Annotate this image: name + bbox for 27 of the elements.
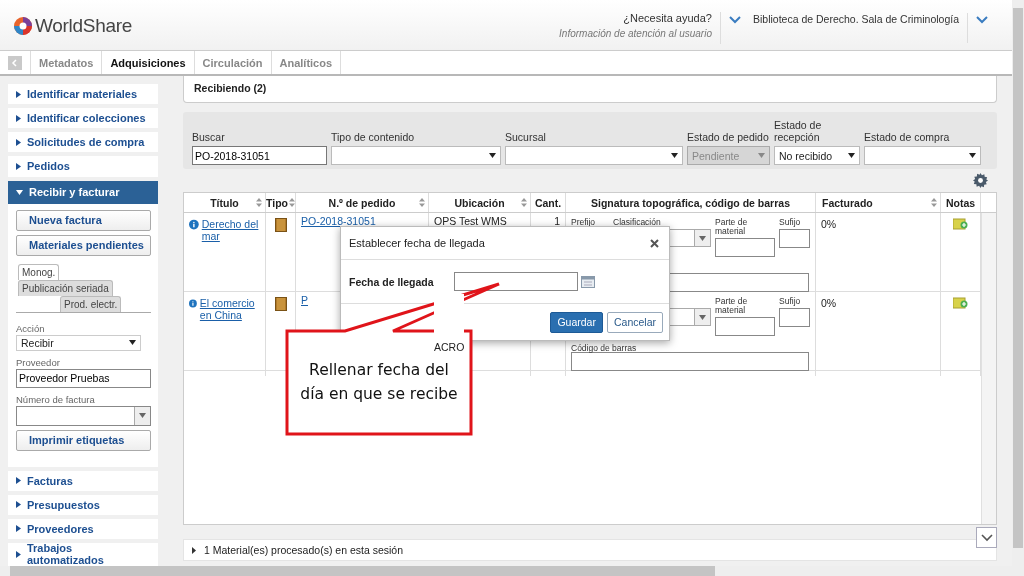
field-label: Parte de material	[715, 218, 749, 236]
field-label: Prefijo	[571, 218, 597, 227]
field-label: Acción	[16, 322, 46, 334]
callout-text: Rellenar fecha del día en que se recibe	[299, 360, 459, 405]
filter-label: Estado de compra	[864, 131, 951, 143]
filter-label: Tipo de contenido	[331, 131, 416, 143]
dialog-title: Establecer fecha de llegada	[349, 237, 485, 249]
field-label: Sufijo	[779, 297, 802, 306]
field-label: Sufijo	[779, 218, 802, 227]
filter-label: Estado de pedido	[687, 131, 770, 143]
billed-text: 0%	[821, 218, 837, 230]
field-label: Parte de material	[715, 297, 749, 315]
help-subtitle: Información de atención al usuario	[559, 28, 712, 39]
filter-label: Sucursal	[505, 131, 547, 143]
filter-label: Estado de recepción	[774, 119, 823, 143]
quantity-text: 1	[554, 215, 560, 227]
field-label: Clasificación	[613, 218, 662, 227]
panel-title: Recibiendo (2)	[194, 82, 267, 94]
billed-text: 0%	[821, 297, 837, 309]
field-label: Código de barras	[571, 343, 638, 352]
field-label: Número de factura	[16, 393, 96, 405]
filter-label: Buscar	[192, 131, 226, 143]
field-label: Fecha de llegada	[349, 275, 435, 288]
location-text: ACRO	[434, 294, 465, 353]
logo-text: WorldShare	[35, 15, 132, 37]
field-label: Proveedor	[16, 356, 61, 368]
location-text: OPS Test WMS	[434, 215, 507, 227]
